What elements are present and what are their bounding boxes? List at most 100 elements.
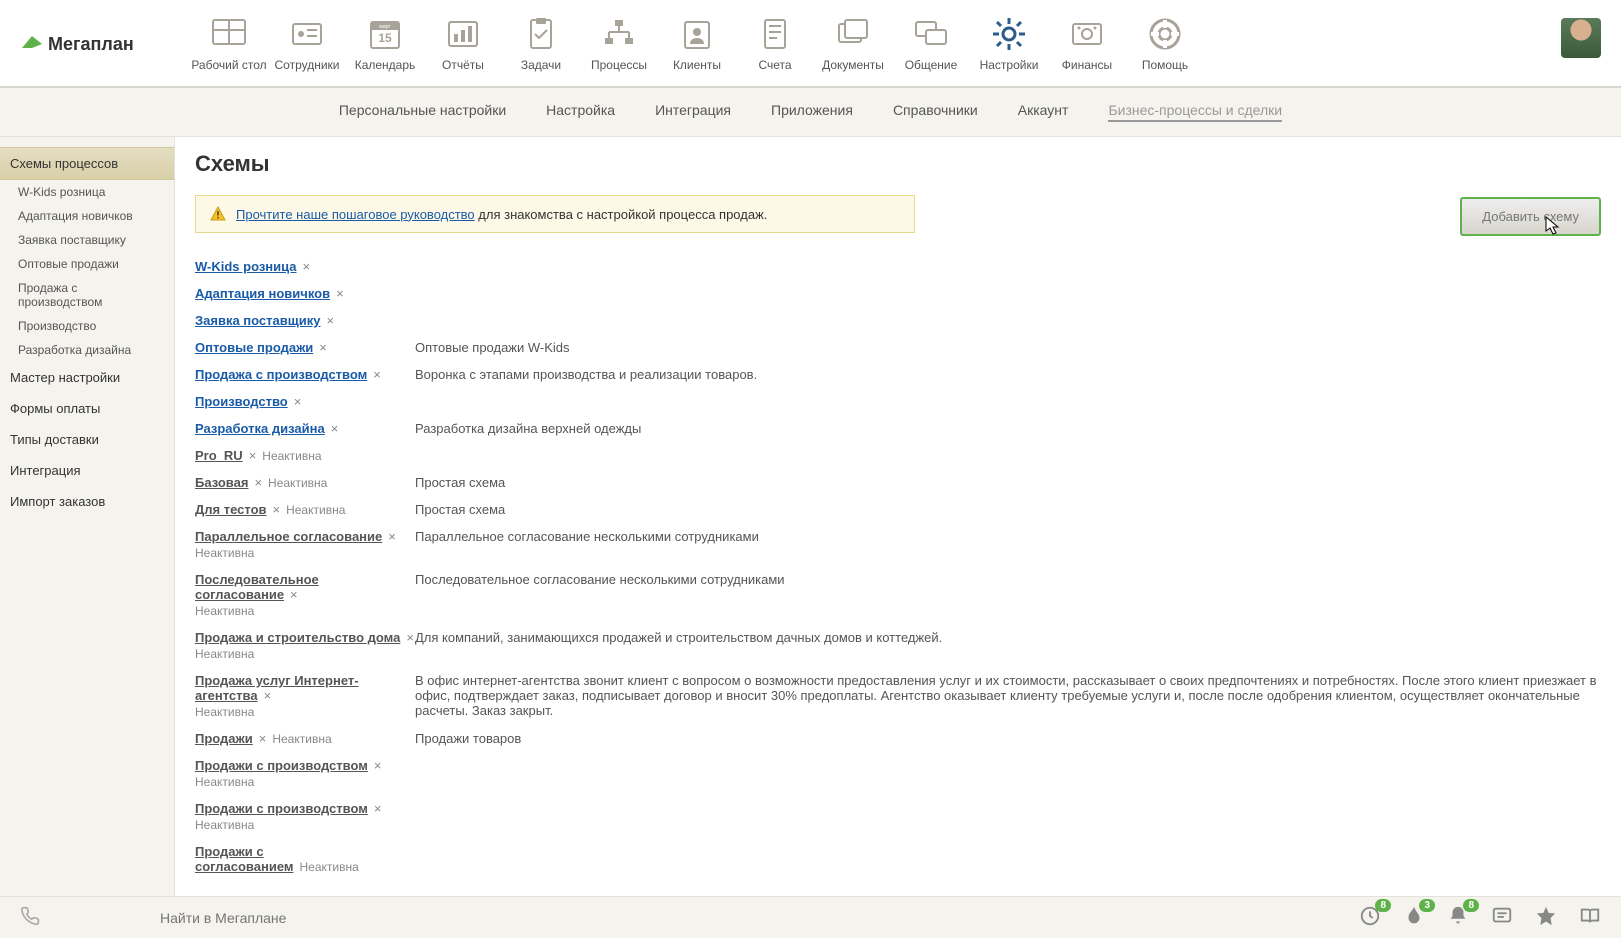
delete-scheme-icon[interactable]: × <box>264 688 272 703</box>
sidebar-item[interactable]: Разработка дизайна <box>0 338 174 362</box>
subnav-directories[interactable]: Справочники <box>893 102 978 122</box>
topnav-label: Процессы <box>591 58 647 72</box>
scheme-row: Продажи×НеактивнаПродажи товаров <box>195 725 1601 752</box>
sidebar-item[interactable]: Производство <box>0 314 174 338</box>
delete-scheme-icon[interactable]: × <box>290 587 298 602</box>
bell-icon[interactable]: 8 <box>1447 905 1469 930</box>
sidebar-section[interactable]: Импорт заказов <box>0 486 174 517</box>
delete-scheme-icon[interactable]: × <box>374 801 382 816</box>
sidebar-section[interactable]: Формы оплаты <box>0 393 174 424</box>
topnav-label: Сотрудники <box>275 58 340 72</box>
fire-icon[interactable]: 3 <box>1403 905 1425 930</box>
topnav-label: Финансы <box>1062 58 1112 72</box>
scheme-link[interactable]: Продажи с производством <box>195 758 368 773</box>
notice-link[interactable]: Прочтите наше пошаговое руководство <box>236 207 475 222</box>
main-content: Схемы Прочтите наше пошаговое руководств… <box>175 137 1621 897</box>
delete-scheme-icon[interactable]: × <box>249 448 257 463</box>
fire-badge: 3 <box>1419 899 1435 912</box>
inactive-label: Неактивна <box>286 503 345 517</box>
help-icon <box>1145 14 1185 54</box>
chat-icon[interactable] <box>1491 905 1513 930</box>
delete-scheme-icon[interactable]: × <box>326 313 334 328</box>
topnav-communication[interactable]: Общение <box>892 10 970 72</box>
sidebar-item[interactable]: Заявка поставщику <box>0 228 174 252</box>
subnav-personal[interactable]: Персональные настройки <box>339 102 506 122</box>
topnav-clients[interactable]: Клиенты <box>658 10 736 72</box>
scheme-link[interactable]: Разработка дизайна <box>195 421 325 436</box>
subnav-bp[interactable]: Бизнес-процессы и сделки <box>1108 102 1282 122</box>
topnav-label: Счета <box>758 58 791 72</box>
sidebar-section[interactable]: Интеграция <box>0 455 174 486</box>
sidebar-section[interactable]: Типы доставки <box>0 424 174 455</box>
scheme-link[interactable]: Продажа и строительство дома <box>195 630 400 645</box>
scheme-link[interactable]: Pro_RU <box>195 448 243 463</box>
topnav-employees[interactable]: Сотрудники <box>268 10 346 72</box>
subnav-setup[interactable]: Настройка <box>546 102 615 122</box>
delete-scheme-icon[interactable]: × <box>319 340 327 355</box>
subnav-integration[interactable]: Интеграция <box>655 102 731 122</box>
scheme-link[interactable]: Последовательное согласование <box>195 572 319 602</box>
sidebar-item[interactable]: Продажа с производством <box>0 276 174 314</box>
scheme-link[interactable]: Продажи с согласованием <box>195 844 294 874</box>
topnav-documents[interactable]: Документы <box>814 10 892 72</box>
search-input[interactable] <box>160 910 460 926</box>
topnav-invoices[interactable]: Счета <box>736 10 814 72</box>
inactive-label: Неактивна <box>195 705 415 719</box>
svg-text:Мегаплан: Мегаплан <box>48 34 134 54</box>
star-icon[interactable] <box>1535 905 1557 930</box>
sidebar-item[interactable]: Адаптация новичков <box>0 204 174 228</box>
inactive-label: Неактивна <box>195 775 415 789</box>
scheme-link[interactable]: Производство <box>195 394 288 409</box>
topnav-help[interactable]: Помощь <box>1126 10 1204 72</box>
topnav-desktop[interactable]: Рабочий стол <box>190 10 268 72</box>
sidebar-item[interactable]: Оптовые продажи <box>0 252 174 276</box>
scheme-link[interactable]: Базовая <box>195 475 248 490</box>
topnav-settings[interactable]: Настройки <box>970 10 1048 72</box>
delete-scheme-icon[interactable]: × <box>331 421 339 436</box>
bell-badge: 8 <box>1463 899 1479 912</box>
scheme-description: Простая схема <box>415 475 1601 490</box>
topnav-calendar[interactable]: март15Календарь <box>346 10 424 72</box>
delete-scheme-icon[interactable]: × <box>374 758 382 773</box>
subnav-account[interactable]: Аккаунт <box>1018 102 1069 122</box>
add-scheme-button[interactable]: Добавить схему <box>1460 197 1601 236</box>
scheme-link[interactable]: Для тестов <box>195 502 267 517</box>
subnav-apps[interactable]: Приложения <box>771 102 853 122</box>
clock-icon[interactable]: 8 <box>1359 905 1381 930</box>
topnav-finance[interactable]: Финансы <box>1048 10 1126 72</box>
scheme-link[interactable]: Параллельное согласование <box>195 529 382 544</box>
scheme-link[interactable]: Адаптация новичков <box>195 286 330 301</box>
topnav-tasks[interactable]: Задачи <box>502 10 580 72</box>
topnav-processes[interactable]: Процессы <box>580 10 658 72</box>
phone-icon[interactable] <box>20 906 40 929</box>
inactive-label: Неактивна <box>272 732 331 746</box>
delete-scheme-icon[interactable]: × <box>388 529 396 544</box>
delete-scheme-icon[interactable]: × <box>254 475 262 490</box>
inactive-label: Неактивна <box>195 647 415 661</box>
logo[interactable]: Мегаплан <box>20 28 160 58</box>
delete-scheme-icon[interactable]: × <box>373 367 381 382</box>
delete-scheme-icon[interactable]: × <box>336 286 344 301</box>
sidebar-section[interactable]: Мастер настройки <box>0 362 174 393</box>
scheme-link[interactable]: Оптовые продажи <box>195 340 313 355</box>
topnav-label: Документы <box>822 58 884 72</box>
topnav-reports[interactable]: Отчёты <box>424 10 502 72</box>
scheme-link[interactable]: Продажа услуг Интернет-агентства <box>195 673 359 703</box>
communication-icon <box>911 14 951 54</box>
scheme-link[interactable]: Продажи с производством <box>195 801 368 816</box>
delete-scheme-icon[interactable]: × <box>294 394 302 409</box>
topnav-label: Рабочий стол <box>191 58 266 72</box>
sidebar-item[interactable]: W-Kids розница <box>0 180 174 204</box>
scheme-link[interactable]: Продажи <box>195 731 253 746</box>
scheme-row: Pro_RU×Неактивна <box>195 442 1601 469</box>
scheme-link[interactable]: Заявка поставщику <box>195 313 320 328</box>
delete-scheme-icon[interactable]: × <box>259 731 267 746</box>
delete-scheme-icon[interactable]: × <box>273 502 281 517</box>
scheme-link[interactable]: Продажа с производством <box>195 367 367 382</box>
avatar[interactable] <box>1561 18 1601 58</box>
delete-scheme-icon[interactable]: × <box>406 630 414 645</box>
book-icon[interactable] <box>1579 905 1601 930</box>
sidebar-section[interactable]: Схемы процессов <box>0 147 174 180</box>
scheme-link[interactable]: W-Kids розница <box>195 259 297 274</box>
delete-scheme-icon[interactable]: × <box>303 259 311 274</box>
